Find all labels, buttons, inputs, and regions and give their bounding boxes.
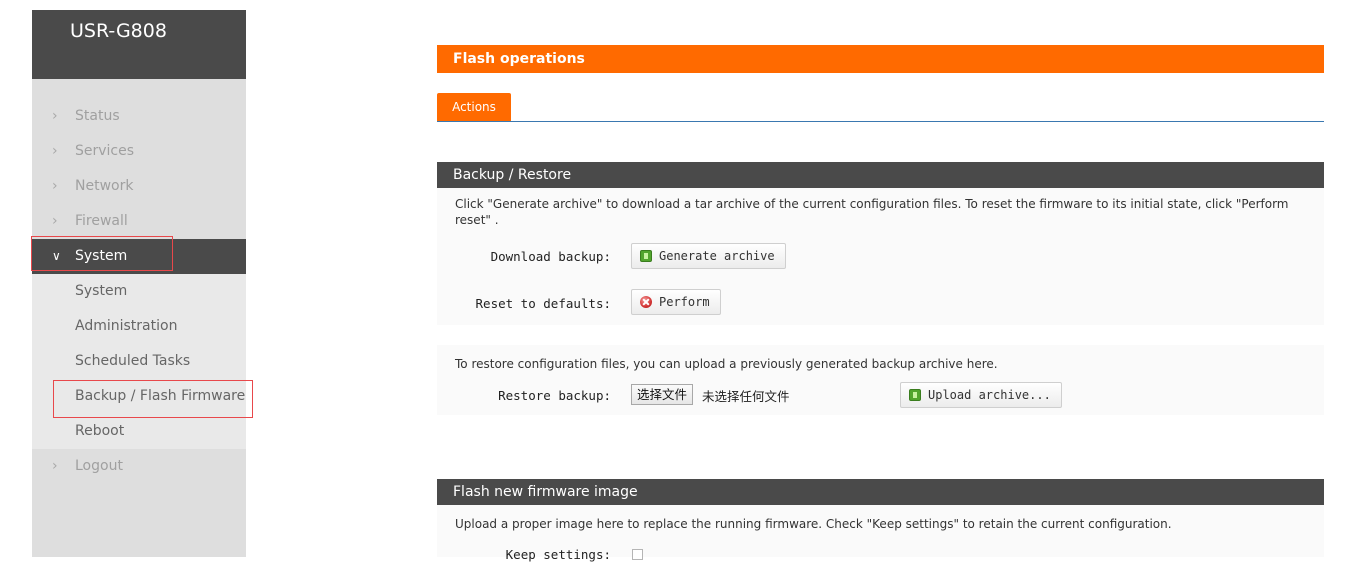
chevron-right-icon: › (52, 458, 58, 474)
page-title: Flash operations (437, 45, 1324, 73)
highlight-box-backup-flash (53, 380, 253, 418)
backup-description: Click "Generate archive" to download a t… (455, 197, 1289, 227)
submenu-item-reboot[interactable]: Reboot (32, 414, 246, 449)
submenu-item-administration[interactable]: Administration (32, 309, 246, 344)
perform-reset-button[interactable]: Perform (631, 289, 721, 315)
chevron-right-icon: › (52, 143, 58, 159)
archive-icon (640, 249, 652, 262)
choose-file-button[interactable]: 选择文件 (631, 384, 694, 405)
reset-defaults-label: Reset to defaults: (475, 296, 611, 311)
brand-header: USR-G808 (32, 10, 246, 79)
chevron-right-icon: › (52, 178, 58, 194)
tab-actions[interactable]: Actions (437, 93, 511, 122)
download-backup-label: Download backup: (490, 249, 611, 264)
menu-item-network[interactable]: › Network (32, 169, 246, 204)
file-status-text: 未选择任何文件 (702, 389, 790, 404)
tab-divider (437, 121, 1324, 122)
section-title-backup-restore: Backup / Restore (437, 162, 1324, 188)
submenu-item-system[interactable]: System (32, 274, 246, 309)
menu-item-status[interactable]: › Status (32, 99, 246, 134)
generate-archive-button[interactable]: Generate archive (631, 243, 786, 269)
upload-icon (909, 388, 921, 401)
menu-item-firewall[interactable]: › Firewall (32, 204, 246, 239)
menu-item-label: Status (75, 108, 120, 124)
submenu-item-label: System (75, 283, 128, 299)
perform-label: Perform (659, 295, 710, 309)
submenu-item-scheduled-tasks[interactable]: Scheduled Tasks (32, 344, 246, 379)
sidebar: USR-G808 › Status › Services › Network ›… (32, 10, 246, 557)
restore-description: To restore configuration files, you can … (455, 357, 998, 371)
chevron-right-icon: › (52, 213, 58, 229)
menu-item-label: Logout (75, 458, 123, 474)
submenu-item-label: Administration (75, 318, 178, 334)
flash-description: Upload a proper image here to replace th… (455, 517, 1172, 531)
menu-item-label: Network (75, 178, 134, 194)
system-submenu: System Administration Scheduled Tasks Ba… (32, 274, 246, 449)
keep-settings-label: Keep settings: (505, 547, 611, 562)
menu-item-services[interactable]: › Services (32, 134, 246, 169)
upload-archive-label: Upload archive... (928, 388, 1051, 402)
section-title-flash-firmware: Flash new firmware image (437, 479, 1324, 505)
brand-title: USR-G808 (70, 20, 167, 42)
menu-item-logout[interactable]: › Logout (32, 449, 246, 484)
menu-item-label: Services (75, 143, 135, 159)
submenu-item-label: Reboot (75, 423, 125, 439)
menu-item-label: Firewall (75, 213, 128, 229)
submenu-item-label: Scheduled Tasks (75, 353, 191, 369)
highlight-box-system (31, 236, 173, 271)
chevron-right-icon: › (52, 108, 58, 124)
keep-settings-checkbox[interactable] (632, 549, 643, 560)
restore-backup-label: Restore backup: (498, 388, 611, 403)
upload-archive-button[interactable]: Upload archive... (900, 382, 1062, 408)
generate-archive-label: Generate archive (659, 249, 775, 263)
reset-icon (640, 295, 652, 308)
